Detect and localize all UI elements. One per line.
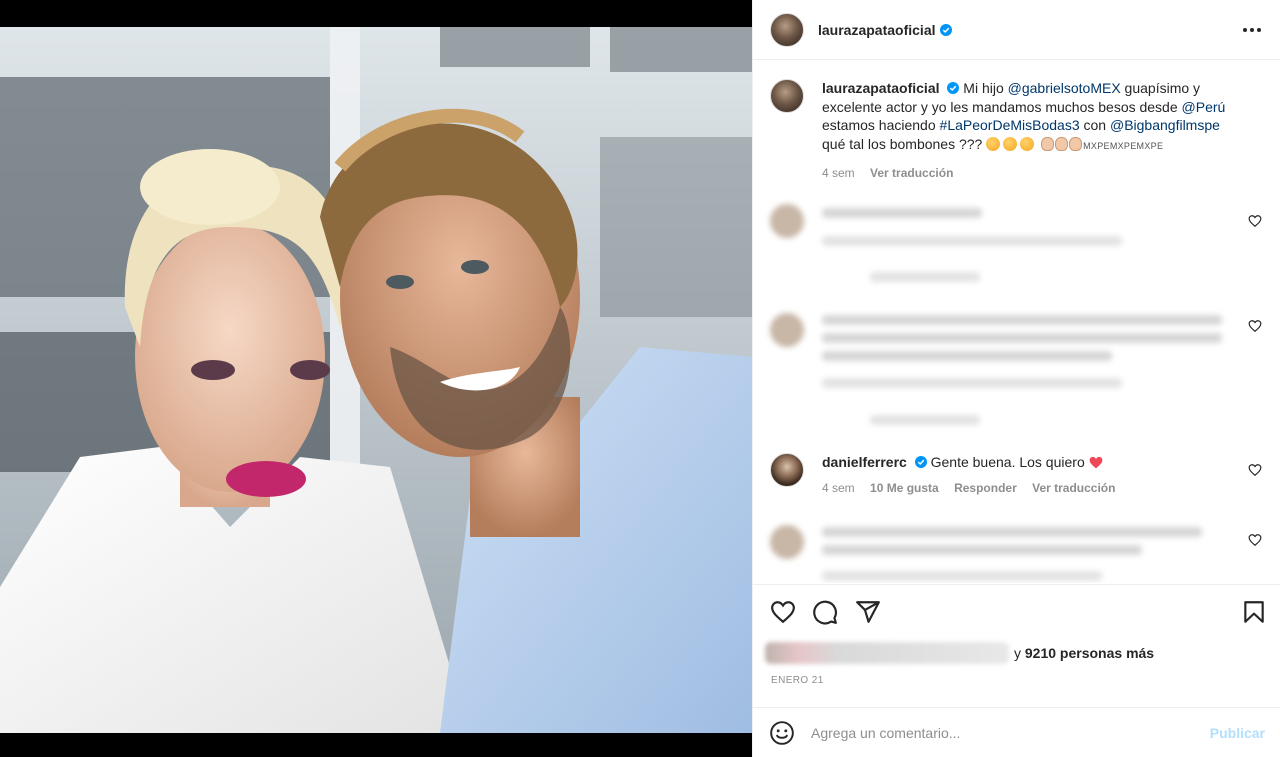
comment-avatar — [770, 313, 804, 347]
verified-badge-icon — [914, 456, 927, 468]
comment-time[interactable]: 4 sem — [822, 481, 855, 495]
kiss-emoji-icon — [986, 136, 1001, 151]
red-heart-emoji-icon — [1089, 456, 1103, 469]
comment-danielferrerc: danielferrerc Gente buena. Los quiero 4 … — [770, 453, 1270, 497]
caption-text-3: estamos haciendo — [822, 117, 940, 133]
comment-body: danielferrerc Gente buena. Los quiero 4 … — [822, 453, 1127, 497]
caption-text-5: qué tal los bombones ??? — [822, 135, 987, 152]
comment-blurred-2 — [770, 311, 1270, 441]
author-avatar[interactable] — [770, 12, 804, 47]
share-paper-plane-icon[interactable] — [855, 599, 881, 625]
more-horizontal-icon — [1243, 28, 1261, 32]
post-caption: laurazapataoficial Mi hijo @gabrielsotoM… — [770, 79, 1270, 183]
like-comment-heart-icon[interactable] — [1248, 463, 1262, 477]
comment-text-blurred — [822, 315, 1222, 325]
comment-meta-blurred — [822, 571, 1102, 581]
wink-kiss-emoji-icon — [1003, 136, 1018, 151]
comment-username[interactable]: danielferrerc — [822, 454, 907, 470]
like-comment-heart-icon[interactable] — [1248, 319, 1262, 333]
comment-composer: Publicar — [753, 707, 1280, 757]
like-heart-icon[interactable] — [770, 599, 796, 625]
publish-button[interactable]: Publicar — [1210, 725, 1265, 741]
comment-blurred-3 — [770, 521, 1270, 583]
caption-meta: 4 sem Ver traducción — [822, 164, 1242, 183]
comment-text-blurred — [822, 208, 982, 218]
like-comment-heart-icon[interactable] — [1248, 214, 1262, 228]
comment-text: Gente buena. Los quiero — [930, 454, 1085, 470]
more-options-button[interactable] — [1241, 19, 1263, 41]
caption-body: laurazapataoficial Mi hijo @gabrielsotoM… — [822, 79, 1242, 183]
mention-gabrielsotomex[interactable]: @gabrielsotoMEX — [1008, 80, 1121, 96]
clap-emoji-icon — [1041, 136, 1055, 151]
post-media-pane — [0, 0, 752, 757]
mention-bigbangfilmspe[interactable]: @Bigbangfilmspe — [1110, 117, 1220, 133]
comment-avatar[interactable] — [770, 453, 804, 487]
comment-avatar — [770, 525, 804, 559]
comment-text-blurred — [822, 333, 1222, 343]
caption-time[interactable]: 4 sem — [822, 166, 855, 180]
comment-meta-blurred — [822, 236, 1122, 246]
caption-text-4: con — [1079, 117, 1110, 133]
post-date[interactable]: ENERO 21 — [771, 675, 824, 686]
comment-text-blurred — [822, 527, 1202, 537]
likes-count[interactable]: 9210 personas más — [1025, 645, 1154, 661]
author-username[interactable]: laurazapataoficial — [818, 22, 936, 38]
post-actions-bar — [753, 584, 1280, 636]
clap-emoji-icon — [1055, 136, 1069, 151]
hashtag-lapeordemisbodas3[interactable]: #LaPeorDeMisBodas3 — [940, 117, 1080, 133]
caption-text-1: Mi hijo — [959, 80, 1008, 96]
caption-avatar[interactable] — [770, 79, 804, 113]
comment-blurred-1 — [770, 198, 1270, 294]
caption-username[interactable]: laurazapataoficial — [822, 80, 940, 96]
save-bookmark-icon[interactable] — [1241, 599, 1267, 625]
liked-by-blurred — [765, 642, 1009, 664]
verified-badge-icon — [947, 82, 960, 94]
view-replies-blurred — [870, 272, 980, 282]
like-comment-heart-icon[interactable] — [1248, 533, 1262, 547]
post-side-panel: laurazapataoficial laurazapataoficial Mi… — [752, 0, 1280, 757]
likes-summary[interactable]: y 9210 personas más — [765, 641, 1265, 665]
comment-text-blurred — [822, 545, 1142, 555]
comments-scroll-area[interactable]: laurazapataoficial Mi hijo @gabrielsotoM… — [753, 61, 1280, 583]
likes-prefix: y — [1014, 645, 1025, 661]
comment-avatar — [770, 204, 804, 238]
kiss-emoji-icon — [1020, 136, 1035, 151]
see-translation-button[interactable]: Ver traducción — [1032, 481, 1115, 495]
post-header: laurazapataoficial — [753, 0, 1280, 60]
comment-input[interactable] — [811, 724, 1191, 741]
mention-peru[interactable]: @Perú — [1182, 99, 1226, 115]
comment-text-blurred — [822, 351, 1112, 361]
likes-count-text[interactable]: y 9210 personas más — [1014, 645, 1154, 661]
comment-bubble-icon[interactable] — [812, 599, 838, 625]
flag-emojis: MXPEMXPEMXPE — [1083, 140, 1164, 151]
see-translation-button[interactable]: Ver traducción — [870, 166, 953, 180]
comment-meta-blurred — [822, 378, 1122, 388]
instagram-post-modal: laurazapataoficial laurazapataoficial Mi… — [0, 0, 1280, 757]
view-replies-blurred — [870, 415, 980, 425]
verified-badge-icon — [939, 23, 952, 36]
clap-emoji-icon — [1069, 136, 1083, 151]
comment-likes-count[interactable]: 10 Me gusta — [870, 481, 939, 495]
emoji-smiley-icon[interactable] — [769, 720, 795, 746]
post-photo[interactable] — [0, 27, 752, 733]
comment-meta: 4 sem 10 Me gusta Responder Ver traducci… — [822, 479, 1127, 497]
reply-button[interactable]: Responder — [954, 481, 1017, 495]
photo-illustration — [0, 27, 752, 733]
